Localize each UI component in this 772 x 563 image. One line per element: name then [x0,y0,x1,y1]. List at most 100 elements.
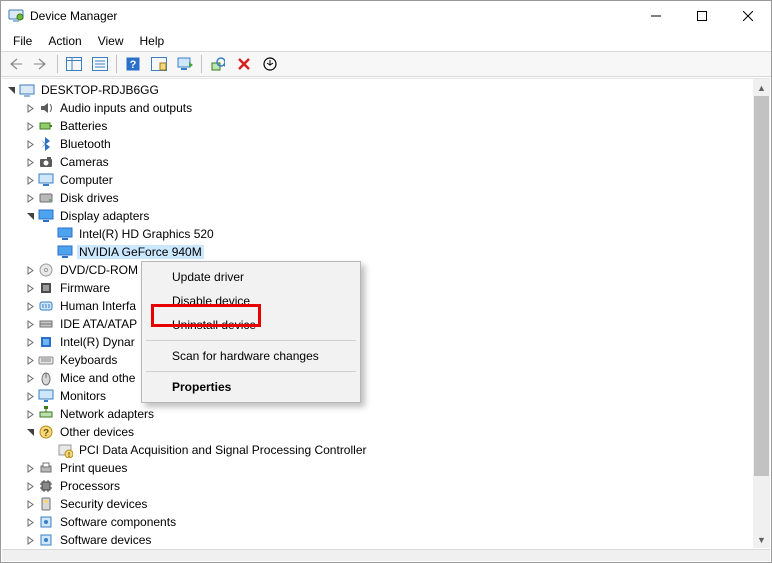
forward-button[interactable] [29,53,53,75]
expand-twisty[interactable] [23,137,37,151]
context-update-driver[interactable]: Update driver [144,265,358,289]
properties-button[interactable] [88,53,112,75]
expand-twisty[interactable] [23,353,37,367]
expand-twisty[interactable] [23,191,37,205]
tree-item-pci-data-acquisition-and-signal-processing-controller[interactable]: ! PCI Data Acquisition and Signal Process… [2,441,753,459]
tree-item-network-adapters[interactable]: Network adapters [2,405,753,423]
tree-item-ide-ata-atap[interactable]: IDE ATA/ATAP [2,315,753,333]
context-properties[interactable]: Properties [144,375,358,399]
cpu-icon [38,478,54,494]
tree-item-keyboards[interactable]: Keyboards [2,351,753,369]
tree-item-label: Monitors [58,389,108,403]
scroll-down-button[interactable]: ▼ [753,531,770,548]
firmware-icon [38,280,54,296]
expand-twisty[interactable] [23,299,37,313]
tree-item-label: Human Interfa [58,299,138,313]
maximize-button[interactable] [679,1,725,31]
help-button[interactable]: ? [121,53,145,75]
tree-item-software-components[interactable]: Software components [2,513,753,531]
tree-item-label: Security devices [58,497,149,511]
expand-twisty[interactable] [23,533,37,547]
tree-item-firmware[interactable]: Firmware [2,279,753,297]
expand-twisty[interactable] [23,101,37,115]
other-icon: ? [38,424,54,440]
expand-twisty[interactable] [23,461,37,475]
disable-device-button[interactable] [258,53,282,75]
expand-twisty[interactable] [23,317,37,331]
tree-item-human-interfa[interactable]: Human Interfa [2,297,753,315]
scroll-up-button[interactable]: ▲ [753,79,770,96]
tree-item-print-queues[interactable]: Print queues [2,459,753,477]
expand-twisty[interactable] [23,119,37,133]
tree-item-software-devices[interactable]: Software devices [2,531,753,548]
tree-item-bluetooth[interactable]: Bluetooth [2,135,753,153]
context-uninstall-device[interactable]: Uninstall device [144,313,358,337]
menu-file[interactable]: File [5,32,40,50]
expand-twisty[interactable] [23,263,37,277]
menu-view[interactable]: View [90,32,132,50]
soft-icon [38,514,54,530]
close-button[interactable] [725,1,771,31]
collapse-twisty[interactable] [23,425,37,439]
tree-item-label: Software components [58,515,178,529]
expand-twisty[interactable] [23,155,37,169]
tree-spacer [42,227,56,241]
show-hide-tree-button[interactable] [62,53,86,75]
menu-bar: File Action View Help [1,31,771,51]
menu-help[interactable]: Help [132,32,173,50]
tree-item-label: Print queues [58,461,129,475]
context-menu: Update driver Disable device Uninstall d… [141,261,361,403]
tree-item-intel-r-dynar[interactable]: Intel(R) Dynar [2,333,753,351]
expand-twisty[interactable] [23,389,37,403]
tree-item-label: DVD/CD-ROM [58,263,140,277]
tree-item-intel-r-hd-graphics-520[interactable]: Intel(R) HD Graphics 520 [2,225,753,243]
audio-icon [38,100,54,116]
menu-action[interactable]: Action [40,32,89,50]
tree-item-label: PCI Data Acquisition and Signal Processi… [77,443,368,457]
tree-item-processors[interactable]: Processors [2,477,753,495]
scan-hardware-button[interactable] [206,53,230,75]
display-icon [57,226,73,242]
tree-item-computer[interactable]: Computer [2,171,753,189]
expand-twisty[interactable] [23,407,37,421]
minimize-button[interactable] [633,1,679,31]
expand-twisty[interactable] [23,497,37,511]
back-button[interactable] [3,53,27,75]
device-tree[interactable]: DESKTOP-RDJB6GGAudio inputs and outputsB… [2,79,753,548]
tree-item-other-devices[interactable]: ?Other devices [2,423,753,441]
context-scan-hardware[interactable]: Scan for hardware changes [144,344,358,368]
tree-item-monitors[interactable]: Monitors [2,387,753,405]
collapse-twisty[interactable] [4,83,18,97]
vertical-scrollbar[interactable]: ▲ ▼ [753,79,770,548]
tree-item-label: Mice and othe [58,371,137,385]
tree-item-cameras[interactable]: Cameras [2,153,753,171]
update-driver-button[interactable] [173,53,197,75]
context-disable-device[interactable]: Disable device [144,289,358,313]
tree-item-dvd-cd-rom[interactable]: DVD/CD-ROM [2,261,753,279]
content-area: DESKTOP-RDJB6GGAudio inputs and outputsB… [2,78,770,548]
action-button[interactable] [147,53,171,75]
tree-item-batteries[interactable]: Batteries [2,117,753,135]
expand-twisty[interactable] [23,515,37,529]
title-bar: Device Manager [1,1,771,31]
expand-twisty[interactable] [23,371,37,385]
security-icon [38,496,54,512]
tree-item-security-devices[interactable]: Security devices [2,495,753,513]
scroll-track[interactable] [753,96,770,531]
expand-twisty[interactable] [23,335,37,349]
tree-item-audio-inputs-and-outputs[interactable]: Audio inputs and outputs [2,99,753,117]
monitor-icon [38,388,54,404]
expand-twisty[interactable] [23,479,37,493]
unknown-icon: ! [57,442,73,458]
tree-item-mice-and-othe[interactable]: Mice and othe [2,369,753,387]
tree-item-nvidia-geforce-940m[interactable]: NVIDIA GeForce 940M [2,243,753,261]
scroll-thumb[interactable] [754,96,769,476]
battery-icon [38,118,54,134]
tree-item-disk-drives[interactable]: Disk drives [2,189,753,207]
uninstall-device-button[interactable] [232,53,256,75]
tree-item-display-adapters[interactable]: Display adapters [2,207,753,225]
expand-twisty[interactable] [23,173,37,187]
collapse-twisty[interactable] [23,209,37,223]
expand-twisty[interactable] [23,281,37,295]
tree-item-root[interactable]: DESKTOP-RDJB6GG [2,81,753,99]
